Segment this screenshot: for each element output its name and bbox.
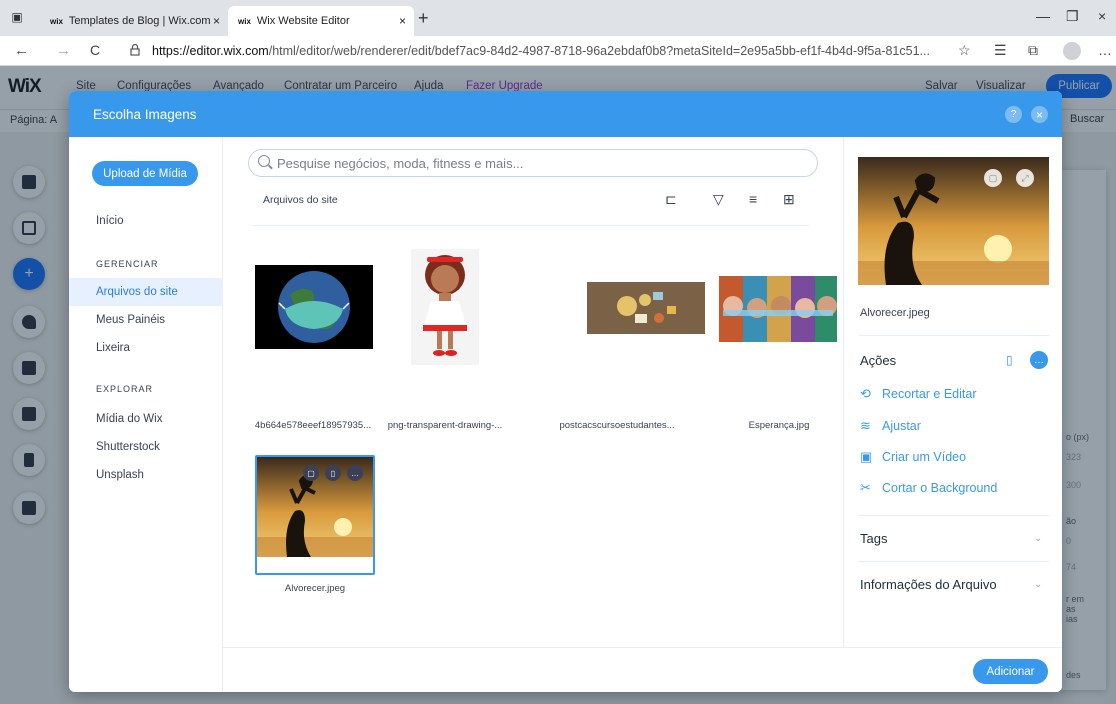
file-name: Esperança.jpg — [748, 420, 810, 431]
sidebar-item-unsplash[interactable]: Unsplash — [69, 461, 223, 489]
help-button[interactable]: ? — [1005, 106, 1022, 123]
breadcrumb: Arquivos do site — [263, 194, 338, 206]
bookmark-icon[interactable]: ▯ — [325, 465, 341, 481]
dialog-header: Escolha Imagens ? × — [69, 91, 1062, 137]
favorite-star-icon[interactable]: ☆ — [958, 42, 971, 59]
window-close-button[interactable]: × — [1098, 8, 1106, 24]
browser-tab-templates[interactable]: wix Templates de Blog | Wix.com × — [40, 6, 228, 36]
expand-icon[interactable]: ⤢ — [1016, 169, 1034, 187]
add-button[interactable]: Adicionar — [973, 659, 1048, 684]
media-sidebar: Upload de Mídia Início GERENCIAR Arquivo… — [69, 137, 223, 692]
sidebar-item-site-files[interactable]: Arquivos do site — [69, 278, 223, 306]
file-name: 4b664e578eeef18957935... — [254, 420, 372, 431]
file-name: Alvorecer.jpeg — [284, 583, 346, 594]
divider — [858, 335, 1049, 336]
new-folder-icon[interactable]: ⊏ — [665, 191, 677, 208]
file-name: png-transparent-drawing-... — [387, 420, 503, 431]
profile-avatar[interactable] — [1063, 42, 1081, 60]
url-field[interactable]: https://editor.wix.com/html/editor/web/r… — [152, 44, 952, 58]
sidebar-item-trash[interactable]: Lixeira — [69, 334, 223, 362]
sort-icon[interactable]: ≡ — [749, 191, 757, 207]
actions-title: Ações — [860, 353, 897, 368]
favorites-list-icon[interactable]: ☰ — [994, 42, 1007, 59]
media-dialog: Escolha Imagens ? × Upload de Mídia Iníc… — [69, 91, 1062, 692]
dialog-close-button[interactable]: × — [1031, 106, 1048, 123]
forward-button[interactable]: → — [56, 42, 71, 59]
action-remove-background[interactable]: ✂ Cortar o Background — [860, 479, 997, 497]
minimize-button[interactable]: — — [1036, 8, 1050, 24]
explore-header: EXPLORAR — [96, 384, 154, 394]
sidebar-item-home[interactable]: Início — [69, 207, 223, 235]
divider — [253, 225, 809, 226]
tab-title: Wix Website Editor — [256, 15, 350, 27]
thumbnail-earth-mask — [255, 265, 373, 349]
tab-close-icon[interactable]: × — [213, 14, 220, 28]
grid-view-icon[interactable]: ⊞ — [783, 191, 795, 208]
divider — [858, 561, 1049, 562]
tab-close-icon[interactable]: × — [399, 14, 406, 28]
collections-icon[interactable]: ⧉ — [1028, 42, 1038, 59]
adjust-icon: ≋ — [860, 418, 871, 433]
tab-title: Templates de Blog | Wix.com — [68, 15, 211, 27]
wix-favicon-icon: wix — [238, 16, 251, 26]
detail-file-name: Alvorecer.jpeg — [860, 307, 930, 319]
selected-frame[interactable]: ▢ ▯ … — [255, 455, 375, 575]
upload-media-button[interactable]: Upload de Mídia — [92, 161, 198, 186]
browser-tab-strip: ▣ wix Templates de Blog | Wix.com × wix … — [0, 0, 1116, 36]
dialog-title: Escolha Imagens — [93, 107, 197, 122]
more-menu-icon[interactable]: … — [1098, 42, 1112, 58]
file-details-panel: ▢ ⤢ Alvorecer.jpeg Ações ▯ … ⟲ Recortar e… — [843, 137, 1062, 647]
crop-icon: ⟲ — [860, 386, 871, 401]
chevron-down-icon[interactable]: ⌄ — [1034, 533, 1042, 544]
address-bar: ← → C https://editor.wix.com/html/editor… — [0, 36, 1116, 66]
file-info-section[interactable]: Informações do Arquivo — [860, 577, 997, 592]
crop-icon[interactable]: ▢ — [984, 169, 1002, 187]
scissors-icon: ✂ — [860, 480, 871, 495]
crop-icon[interactable]: ▢ — [303, 465, 319, 481]
chevron-down-icon[interactable]: ⌄ — [1034, 579, 1042, 590]
action-adjust[interactable]: ≋ Ajustar — [860, 417, 921, 435]
restore-button[interactable]: ❐ — [1066, 8, 1079, 25]
more-actions-button[interactable]: … — [1030, 351, 1048, 369]
bookmark-icon[interactable]: ▯ — [1006, 353, 1013, 367]
media-grid-area: Arquivos do site ⊏ ▽ ≡ ⊞ 4b664e578eeef18… — [223, 137, 843, 647]
new-tab-button[interactable]: + — [418, 8, 429, 29]
back-button[interactable]: ← — [14, 42, 29, 59]
sidebar-item-shutterstock[interactable]: Shutterstock — [69, 433, 223, 461]
file-preview: ▢ ⤢ — [858, 157, 1049, 285]
media-search[interactable] — [248, 149, 818, 177]
dialog-footer: Adicionar — [223, 647, 1062, 692]
filter-icon[interactable]: ▽ — [713, 191, 724, 208]
divider — [858, 515, 1049, 516]
sidebar-item-wix-media[interactable]: Mídia do Wix — [69, 405, 223, 433]
wix-favicon-icon: wix — [50, 16, 63, 26]
more-icon[interactable]: … — [347, 465, 363, 481]
thumbnail-girl-drawing — [411, 249, 479, 365]
sidebar-item-my-boards[interactable]: Meus Painéis — [69, 306, 223, 334]
thumbnail-students — [587, 282, 705, 334]
reload-button[interactable]: C — [90, 42, 100, 58]
lock-icon — [130, 43, 140, 56]
video-icon: ▣ — [860, 449, 873, 464]
action-create-video[interactable]: ▣ Criar um Vídeo — [860, 448, 966, 466]
search-icon — [258, 155, 270, 167]
manage-header: GERENCIAR — [96, 259, 159, 269]
tags-section[interactable]: Tags — [860, 531, 887, 546]
tab-actions-icon[interactable]: ▣ — [8, 8, 26, 26]
thumbnail-esperanca — [719, 276, 837, 342]
media-search-input[interactable] — [277, 155, 797, 171]
action-crop-edit[interactable]: ⟲ Recortar e Editar — [860, 385, 976, 403]
browser-tab-editor[interactable]: wix Wix Website Editor × — [228, 6, 414, 36]
file-name: postcacscursoestudantes... — [559, 420, 675, 431]
